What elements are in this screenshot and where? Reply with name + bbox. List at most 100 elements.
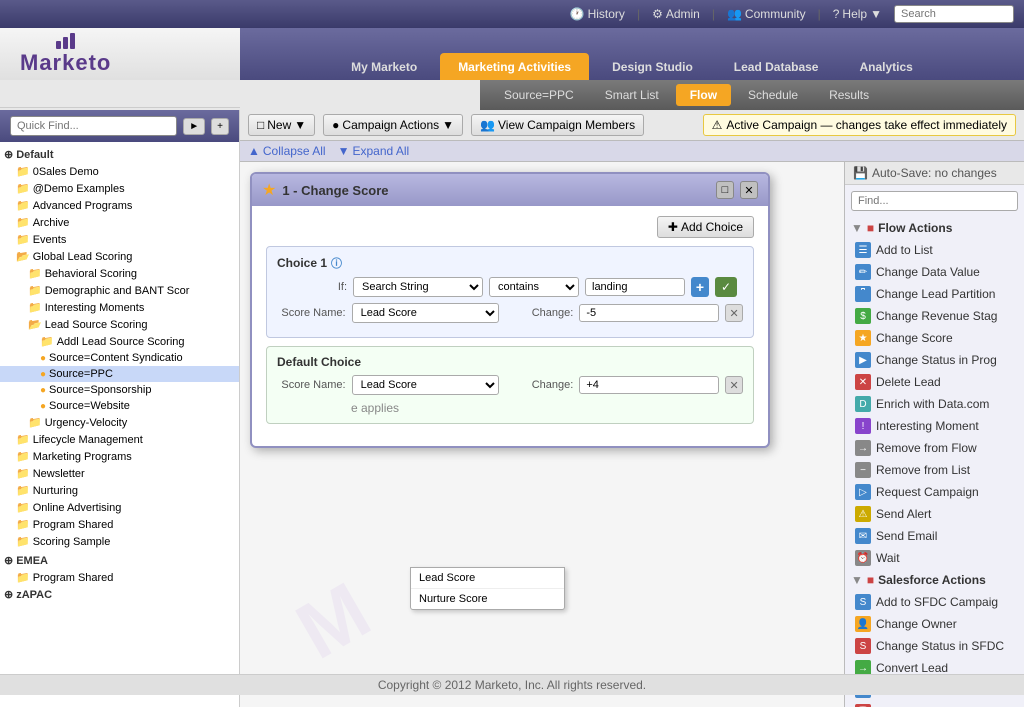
subtab-source-ppc[interactable]: Source=PPC [490, 84, 588, 106]
folder-icon: 📁 [16, 467, 30, 480]
sidebar-item-default[interactable]: ⊕ Default [0, 146, 239, 163]
salesforce-actions-header[interactable]: ▼ ■ Salesforce Actions [849, 569, 1020, 591]
dropdown-item-lead-score[interactable]: Lead Score [411, 568, 564, 589]
expand-all-button[interactable]: ▼ Expand All [338, 144, 410, 158]
search-value-input[interactable] [585, 278, 685, 296]
action-change-revenue-stage[interactable]: $ Change Revenue Stag [849, 305, 1020, 327]
owner-icon: 👤 [855, 616, 871, 632]
sidebar-item-scoring-sample[interactable]: 📁 Scoring Sample [0, 533, 239, 550]
action-add-to-sfdc[interactable]: S Add to SFDC Campaig [849, 591, 1020, 613]
action-interesting-moment[interactable]: ! Interesting Moment [849, 415, 1020, 437]
operator-select[interactable]: contains equals not contains [489, 277, 579, 297]
sidebar-item-program-shared[interactable]: 📁 Program Shared [0, 516, 239, 533]
action-request-campaign[interactable]: ▷ Request Campaign [849, 481, 1020, 503]
subtab-results[interactable]: Results [815, 84, 883, 106]
sidebar-item-advanced[interactable]: 📁 Advanced Programs [0, 197, 239, 214]
sfdc-add-icon: S [855, 594, 871, 610]
action-remove-from-flow[interactable]: → Remove from Flow [849, 437, 1020, 459]
action-enrich-data[interactable]: D Enrich with Data.com [849, 393, 1020, 415]
autosave-icon: 💾 [853, 166, 868, 180]
sidebar-item-zapac[interactable]: ⊕ zAPAC [0, 586, 239, 603]
folder-icon: 📁 [28, 416, 42, 429]
view-campaign-members-button[interactable]: 👥 View Campaign Members [471, 114, 644, 136]
sidebar-item-behavioral[interactable]: 📁 Behavioral Scoring [0, 265, 239, 282]
sidebar-tree: ⊕ Default 📁 0Sales Demo 📁 @Demo Examples… [0, 142, 239, 707]
sidebar-item-source-website[interactable]: ● Source=Website [0, 398, 239, 414]
add-choice-button[interactable]: ✚ Add Choice [657, 216, 754, 238]
sidebar-item-newsletter[interactable]: 📁 Newsletter [0, 465, 239, 482]
quick-find-input[interactable] [10, 116, 177, 136]
action-change-data-value[interactable]: ✏ Change Data Value [849, 261, 1020, 283]
sidebar-item-emea-program-shared[interactable]: 📁 Program Shared [0, 569, 239, 586]
sidebar-item-interesting-moments[interactable]: 📁 Interesting Moments [0, 299, 239, 316]
action-wait[interactable]: ⏰ Wait [849, 547, 1020, 569]
flow-actions-header[interactable]: ▼ ■ Flow Actions [849, 217, 1020, 239]
remove-row-button[interactable]: ✕ [725, 304, 743, 322]
change-value-input[interactable] [579, 304, 719, 322]
action-remove-from-list[interactable]: − Remove from List [849, 459, 1020, 481]
confirm-button[interactable]: ✓ [715, 277, 737, 297]
admin-link[interactable]: ⚙ Admin [652, 7, 700, 21]
help-link[interactable]: ? Help ▼ [833, 7, 882, 21]
tab-lead-database[interactable]: Lead Database [716, 53, 837, 80]
community-link[interactable]: 👥 Community [727, 7, 806, 21]
history-link[interactable]: 🕐 History [570, 7, 625, 21]
action-delete-lead-sfdc[interactable]: 🗑 Delete Lead from SFDC [849, 701, 1020, 707]
sidebar-item-events[interactable]: 📁 Events [0, 231, 239, 248]
right-find-input[interactable] [851, 191, 1018, 211]
default-score-name-select[interactable]: Lead Score Nurture Score [352, 375, 499, 395]
sidebar-item-0sales[interactable]: 📁 0Sales Demo [0, 163, 239, 180]
sidebar-item-source-sponsorship[interactable]: ● Source=Sponsorship [0, 382, 239, 398]
tab-analytics[interactable]: Analytics [841, 53, 930, 80]
global-search-input[interactable] [894, 5, 1014, 23]
subtab-flow[interactable]: Flow [676, 84, 731, 106]
tab-my-marketo[interactable]: My Marketo [333, 53, 435, 80]
sidebar-item-marketing-programs[interactable]: 📁 Marketing Programs [0, 448, 239, 465]
sidebar-item-urgency-velocity[interactable]: 📁 Urgency-Velocity [0, 414, 239, 431]
action-change-score[interactable]: ★ Change Score [849, 327, 1020, 349]
new-folder-button[interactable]: + [211, 118, 229, 135]
action-change-lead-partition[interactable]: ⎴ Change Lead Partition [849, 283, 1020, 305]
subtab-schedule[interactable]: Schedule [734, 84, 812, 106]
sidebar-item-nurturing[interactable]: 📁 Nurturing [0, 482, 239, 499]
choice-1-section: Choice 1 ⓘ If: Search String Lead Score [266, 246, 754, 338]
bullet-icon: ● [40, 369, 46, 380]
default-change-input[interactable] [579, 376, 719, 394]
new-button[interactable]: □ New ▼ [248, 114, 315, 136]
search-button[interactable]: ► [183, 118, 205, 135]
sidebar-item-online-advertising[interactable]: 📁 Online Advertising [0, 499, 239, 516]
action-change-status-in-prog[interactable]: ▶ Change Status in Prog [849, 349, 1020, 371]
add-condition-button[interactable]: + [691, 277, 709, 297]
sidebar-item-demo-examples[interactable]: 📁 @Demo Examples [0, 180, 239, 197]
action-add-to-list[interactable]: ☰ Add to List [849, 239, 1020, 261]
field-select[interactable]: Search String Lead Score [353, 277, 483, 297]
bullet-icon: ● [40, 401, 46, 412]
tab-marketing-activities[interactable]: Marketing Activities [440, 53, 589, 80]
sidebar-item-source-ppc[interactable]: ● Source=PPC [0, 366, 239, 382]
collapse-all-button[interactable]: ▲ Collapse All [248, 144, 326, 158]
subtab-smart-list[interactable]: Smart List [591, 84, 673, 106]
sidebar-item-lead-source-scoring[interactable]: 📂 Lead Source Scoring [0, 316, 239, 333]
sidebar-item-addl-lead-source[interactable]: 📁 Addl Lead Source Scoring [0, 333, 239, 350]
sidebar-item-emea[interactable]: ⊕ EMEA [0, 552, 239, 569]
collapse-icon: ▼ [851, 573, 863, 587]
sidebar-item-demographic[interactable]: 📁 Demographic and BANT Scor [0, 282, 239, 299]
dropdown-item-nurture-score[interactable]: Nurture Score [411, 589, 564, 609]
sidebar-item-global-lead-scoring[interactable]: 📂 Global Lead Scoring [0, 248, 239, 265]
action-change-owner[interactable]: 👤 Change Owner [849, 613, 1020, 635]
sidebar-item-archive[interactable]: 📁 Archive [0, 214, 239, 231]
action-delete-lead[interactable]: ✕ Delete Lead [849, 371, 1020, 393]
campaign-actions-button[interactable]: ● Campaign Actions ▼ [323, 114, 463, 136]
sidebar-item-lifecycle[interactable]: 📁 Lifecycle Management [0, 431, 239, 448]
score-name-select[interactable]: Lead Score Nurture Score [352, 303, 499, 323]
action-send-alert[interactable]: ⚠ Send Alert [849, 503, 1020, 525]
sidebar-item-source-content[interactable]: ● Source=Content Syndicatio [0, 350, 239, 366]
tab-design-studio[interactable]: Design Studio [594, 53, 711, 80]
remove-list-icon: − [855, 462, 871, 478]
action-send-email[interactable]: ✉ Send Email [849, 525, 1020, 547]
action-change-status-sfdc[interactable]: S Change Status in SFDC [849, 635, 1020, 657]
folder-icon: 📁 [16, 484, 30, 497]
default-remove-button[interactable]: ✕ [725, 376, 743, 394]
dialog-close-button[interactable]: ✕ [740, 181, 758, 199]
dialog-resize-button[interactable]: □ [716, 181, 734, 199]
